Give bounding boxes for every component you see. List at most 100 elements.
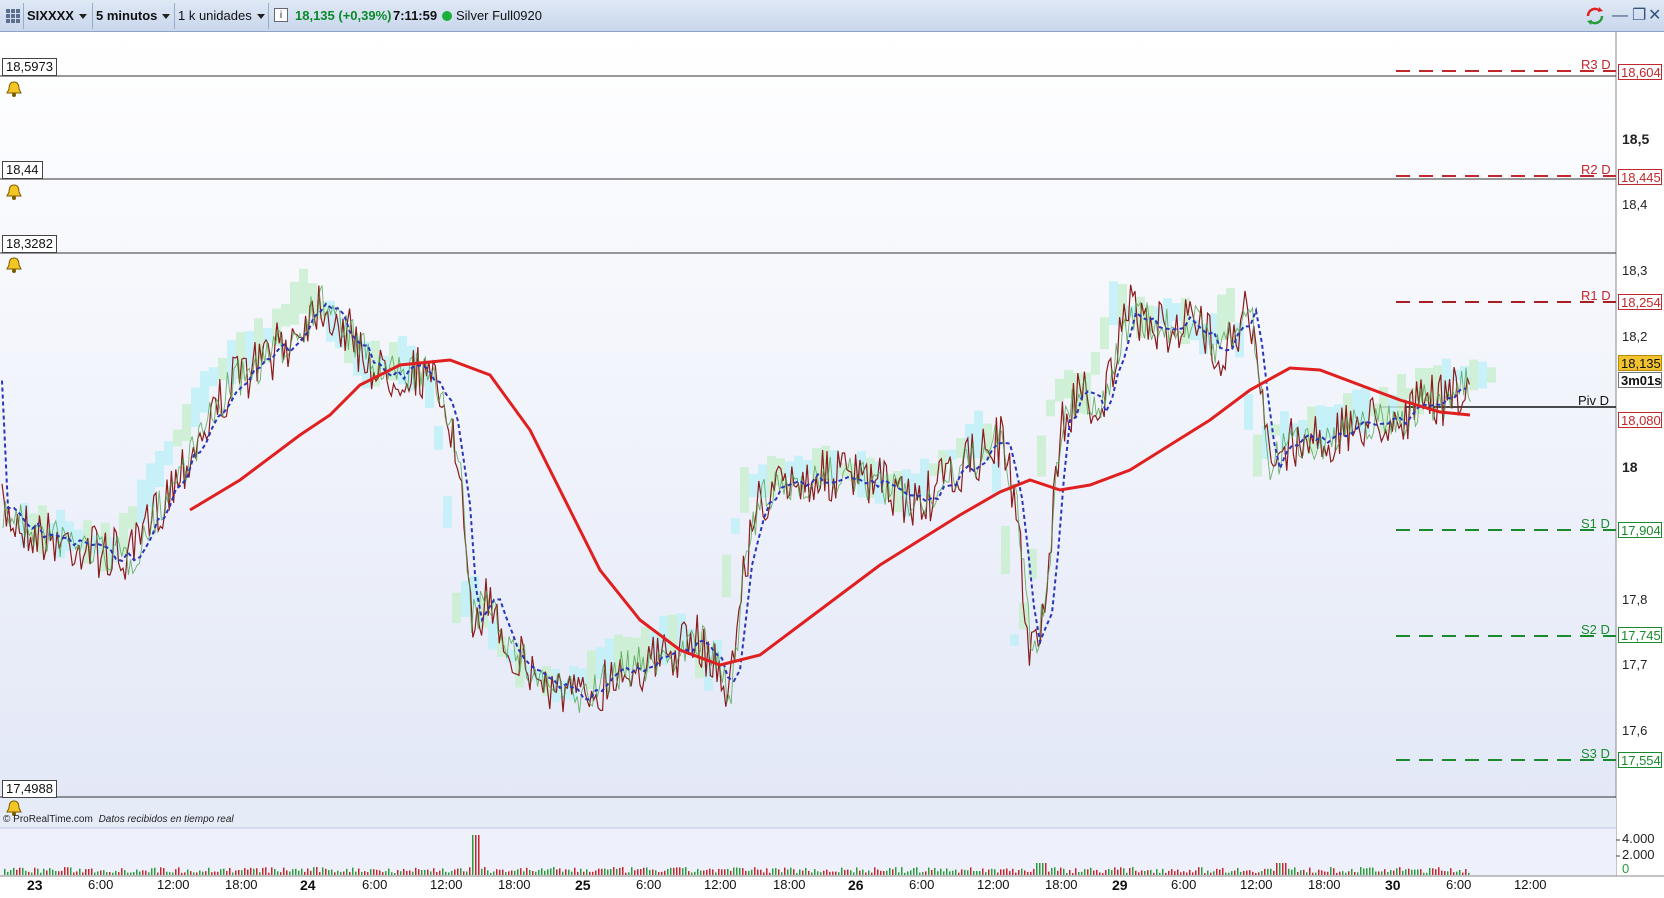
volume-bar — [361, 871, 363, 875]
volume-bar — [1111, 870, 1113, 875]
volume-bar — [1468, 872, 1470, 875]
volume-bar — [397, 870, 399, 875]
volume-bar — [148, 872, 150, 875]
volume-bar — [55, 871, 57, 875]
volume-bar — [1318, 869, 1320, 875]
volume-bar — [271, 867, 273, 875]
volume-bar — [1315, 872, 1317, 875]
volume-bar — [1381, 871, 1383, 875]
restore-icon[interactable]: ❐ — [1632, 6, 1646, 26]
volume-bar — [1069, 870, 1071, 875]
volume-bar — [67, 867, 69, 875]
time-axis-hour-label: 18:00 — [498, 877, 531, 892]
symbol-dropdown[interactable]: SIXXXX — [27, 4, 87, 28]
volume-bar — [1078, 872, 1080, 875]
volume-bar — [76, 871, 78, 875]
alert-bell-icon[interactable] — [5, 80, 23, 98]
volume-axis-label: 0 — [1622, 861, 1630, 876]
volume-bar — [1054, 867, 1056, 875]
volume-bar — [409, 870, 411, 875]
refresh-icon[interactable] — [1584, 6, 1606, 26]
volume-bar — [412, 871, 414, 875]
y-axis-label: 17,8 — [1622, 592, 1648, 607]
volume-bar — [1378, 871, 1380, 875]
volume-bar — [805, 868, 807, 875]
volume-bar — [898, 872, 900, 875]
volume-bar — [1414, 869, 1416, 875]
timeframe-dropdown[interactable]: 5 minutos — [96, 4, 171, 28]
volume-bar — [1426, 872, 1428, 875]
volume-bar — [694, 871, 696, 875]
volume-bar — [526, 867, 528, 875]
time-axis-day-label: 23 — [27, 877, 43, 893]
alert-bell-icon[interactable] — [5, 183, 23, 201]
volume-bar — [1285, 863, 1287, 875]
volume-bar — [622, 867, 624, 875]
grid-icon[interactable] — [5, 8, 21, 24]
volume-bar — [1360, 867, 1362, 875]
volume-bar — [613, 867, 615, 875]
volume-bar — [796, 873, 798, 875]
volume-bar — [1057, 870, 1059, 875]
alert-bell-icon[interactable] — [5, 256, 23, 274]
volume-bar — [319, 872, 321, 875]
r2-price-box: 18,445 — [1618, 169, 1662, 185]
volume-bar — [577, 871, 579, 875]
volume-bar — [166, 871, 168, 875]
cloud-segment — [929, 463, 938, 476]
volume-bar — [1330, 867, 1332, 875]
volume-bar — [709, 868, 711, 875]
data-source-note: © ProRealTime.com Datos recibidos en tie… — [3, 814, 234, 825]
volume-bar — [670, 867, 672, 875]
units-dropdown[interactable]: 1 k unidades — [178, 4, 265, 28]
volume-bar — [985, 872, 987, 875]
volume-bar — [751, 869, 753, 875]
volume-bar — [1165, 872, 1167, 875]
volume-bar — [1264, 868, 1266, 875]
minimize-icon[interactable]: — — [1612, 6, 1628, 26]
price-chart[interactable] — [0, 32, 1664, 898]
volume-bar — [586, 869, 588, 875]
volume-bar — [994, 869, 996, 875]
volume-bar — [979, 871, 981, 875]
volume-bar — [745, 870, 747, 875]
volume-bar — [280, 872, 282, 875]
volume-bar — [727, 868, 729, 875]
volume-axis-label: 4.000 — [1622, 831, 1655, 846]
volume-bar — [1276, 863, 1278, 875]
volume-bar — [286, 870, 288, 875]
volume-bar — [721, 869, 723, 875]
volume-bar — [973, 871, 975, 875]
volume-bar — [1171, 869, 1173, 875]
volume-bar — [1135, 870, 1137, 875]
live-status-icon — [442, 11, 452, 21]
volume-bar — [1342, 871, 1344, 875]
volume-bar — [226, 871, 228, 875]
volume-bar — [259, 872, 261, 875]
volume-bar — [313, 867, 315, 875]
volume-bar — [1372, 867, 1374, 875]
volume-bar — [832, 871, 834, 875]
volume-bar — [1246, 870, 1248, 875]
volume-bar — [352, 867, 354, 875]
volume-bar — [484, 867, 486, 875]
volume-bar — [1138, 872, 1140, 875]
cloud-segment — [1037, 435, 1046, 477]
volume-bar — [460, 868, 462, 875]
volume-bar — [829, 871, 831, 875]
volume-bar — [904, 872, 906, 875]
volume-bar — [1063, 868, 1065, 875]
s2-price-box: 17,745 — [1618, 627, 1662, 643]
cloud-segment — [1109, 281, 1118, 326]
volume-bar — [49, 868, 51, 875]
volume-bar — [913, 868, 915, 875]
volume-bar — [1141, 870, 1143, 875]
volume-bar — [688, 871, 690, 875]
volume-bar — [94, 872, 96, 875]
info-icon[interactable]: i — [274, 8, 288, 22]
volume-bar — [97, 871, 99, 875]
volume-bar — [763, 872, 765, 875]
volume-bar — [817, 871, 819, 875]
volume-bar — [343, 871, 345, 875]
close-icon[interactable]: ✕ — [1648, 6, 1661, 26]
